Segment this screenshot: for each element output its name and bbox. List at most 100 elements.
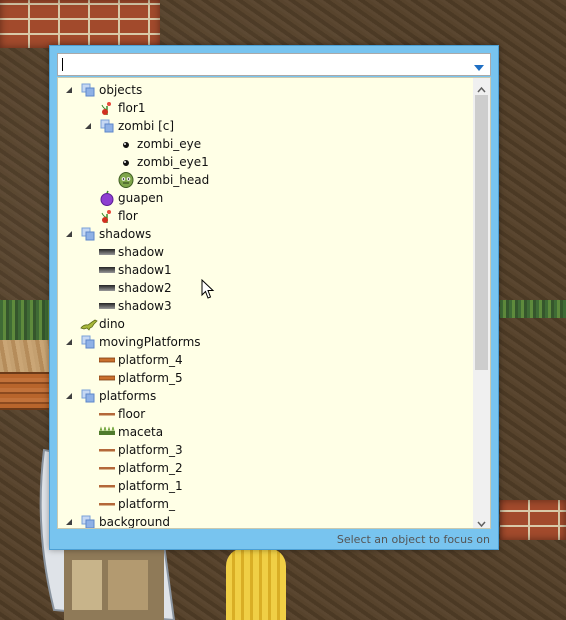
brick-wall-top-left (0, 0, 160, 48)
tree-node-label: zombi_eye (137, 137, 202, 151)
group-icon (80, 334, 96, 350)
group-icon (80, 514, 96, 528)
tree-node-label: zombi [c] (118, 119, 175, 133)
tree-item-row[interactable]: shadow (58, 243, 474, 261)
tree-group-row[interactable]: background (58, 513, 474, 529)
tree-node-label: platforms (99, 389, 157, 403)
tree-item-row[interactable]: zombi_eye (58, 135, 474, 153)
tree-node-label: dino (99, 317, 125, 331)
corn-column (226, 548, 286, 620)
moss-strip (0, 300, 50, 340)
tree-item-row[interactable]: flor (58, 207, 474, 225)
zombie-head-sprite-icon (118, 172, 134, 188)
tree-group-row[interactable]: objects (58, 81, 474, 99)
tree-item-row[interactable]: guapen (58, 189, 474, 207)
group-icon (80, 82, 96, 98)
group-icon (80, 226, 96, 242)
tree-node-label: shadow1 (118, 263, 172, 277)
tree-item-row[interactable]: platform_3 (58, 441, 474, 459)
floor-sprite-icon (99, 406, 115, 422)
tree-item-row[interactable]: zombi_eye1 (58, 153, 474, 171)
floor-sprite-icon (99, 460, 115, 476)
tree-item-row[interactable]: dino (58, 315, 474, 333)
wood-platform (0, 372, 50, 410)
shadow-sprite-icon (99, 280, 115, 296)
expanded-triangle-icon[interactable] (64, 85, 74, 95)
tree-node-label: movingPlatforms (99, 335, 201, 349)
scroll-down-arrow-icon[interactable] (476, 514, 487, 528)
tree-item-row[interactable]: shadow3 (58, 297, 474, 315)
tree-item-row[interactable]: floor (58, 405, 474, 423)
tree-node-label: zombi_head (137, 173, 210, 187)
tree-node-label: shadow (118, 245, 164, 259)
tree-node-label: shadows (99, 227, 152, 241)
floor-sprite-icon (99, 442, 115, 458)
object-search-input[interactable] (66, 56, 466, 73)
tree-node-label: platform_2 (118, 461, 183, 475)
object-tree: background platform_ platform_1 platform_2 p… (57, 77, 491, 529)
floor-sprite-icon (99, 478, 115, 494)
tree-node-label: background (99, 515, 170, 529)
group-icon (99, 118, 115, 134)
tree-node-label: shadow3 (118, 299, 172, 313)
tree-item-row[interactable]: zombi_head (58, 171, 474, 189)
shadow-sprite-icon (99, 298, 115, 314)
platform-sprite-icon (98, 352, 116, 368)
platform-sprite-icon (98, 370, 116, 386)
tree-node-label: floor (118, 407, 146, 421)
expanded-triangle-icon[interactable] (64, 391, 74, 401)
tree-node-label: platform_ (118, 497, 175, 511)
tree-item-row[interactable]: platform_5 (58, 369, 474, 387)
status-hint-text: Select an object to focus on (336, 533, 490, 546)
tree-node-label: objects (99, 83, 143, 97)
tree-group-row[interactable]: platforms (58, 387, 474, 405)
tree-item-row[interactable]: flor1 (58, 99, 474, 117)
tree-node-label: zombi_eye1 (137, 155, 209, 169)
tree-node-label: guapen (118, 191, 164, 205)
dirt-ledge (0, 340, 50, 372)
vertical-scrollbar[interactable] (473, 78, 490, 528)
tree-item-row[interactable]: platform_2 (58, 459, 474, 477)
tree-item-row[interactable]: shadow1 (58, 261, 474, 279)
group-icon (80, 388, 96, 404)
tree-node-label: maceta (118, 425, 164, 439)
flower-sprite-icon (99, 100, 115, 116)
dino-sprite-icon (80, 316, 98, 332)
tree-node-label: flor (118, 209, 138, 223)
moss-strip-right (500, 300, 566, 318)
tree-node-label: platform_1 (118, 479, 183, 493)
flower-sprite-icon (99, 208, 115, 224)
tree-group-row[interactable]: shadows (58, 225, 474, 243)
tree-node-label: flor1 (118, 101, 146, 115)
tree-item-row[interactable]: platform_4 (58, 351, 474, 369)
shadow-sprite-icon (99, 262, 115, 278)
tree-group-row[interactable]: movingPlatforms (58, 333, 474, 351)
tree-node-label: platform_3 (118, 443, 183, 457)
eye-sprite-icon (118, 154, 134, 170)
text-caret (62, 58, 63, 71)
purple-fruit-sprite-icon (99, 190, 115, 206)
floor-sprite-icon (99, 496, 115, 512)
object-search-combobox[interactable] (57, 53, 491, 76)
scrollbar-thumb[interactable] (475, 95, 488, 370)
brick-wall-right (500, 500, 566, 540)
tree-group-row[interactable]: zombi [c] (58, 117, 474, 135)
shadow-sprite-icon (99, 244, 115, 260)
expanded-triangle-icon[interactable] (64, 517, 74, 527)
tree-node-label: platform_4 (118, 353, 183, 367)
eye-sprite-icon (118, 136, 134, 152)
object-browser-window: background platform_ platform_1 platform_2 p… (49, 45, 499, 550)
expanded-triangle-icon[interactable] (83, 121, 93, 131)
mouse-cursor-icon (201, 278, 215, 300)
tree-item-row[interactable]: maceta (58, 423, 474, 441)
tree-item-row[interactable]: platform_1 (58, 477, 474, 495)
expanded-triangle-icon[interactable] (64, 337, 74, 347)
expanded-triangle-icon[interactable] (64, 229, 74, 239)
tree-node-label: platform_5 (118, 371, 183, 385)
tree-item-row[interactable]: shadow2 (58, 279, 474, 297)
tree-item-row[interactable]: platform_ (58, 495, 474, 513)
chevron-down-icon[interactable] (472, 59, 486, 71)
scroll-up-arrow-icon[interactable] (476, 81, 487, 93)
tree-node-label: shadow2 (118, 281, 172, 295)
grass-sprite-icon (99, 424, 115, 440)
